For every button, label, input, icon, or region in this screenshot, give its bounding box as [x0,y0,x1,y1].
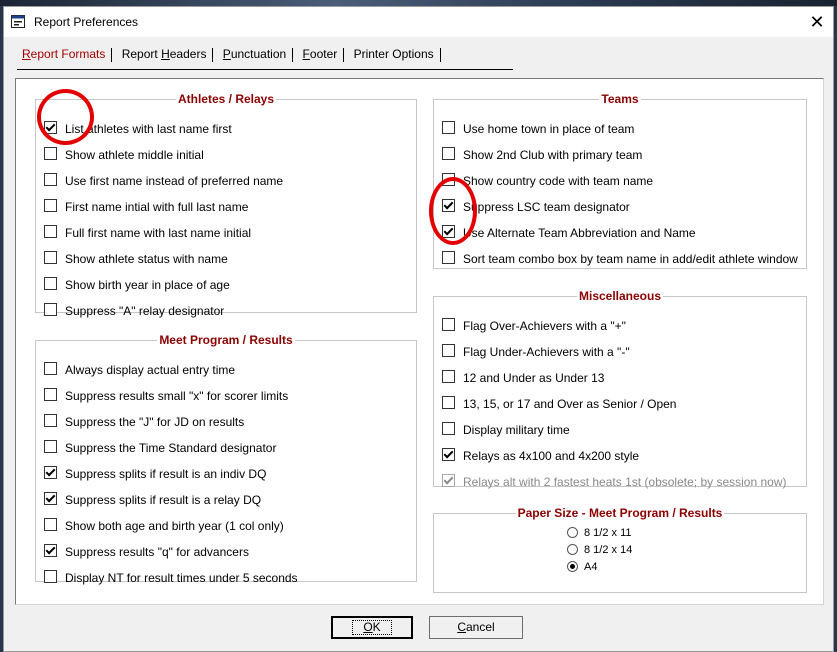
radio-button[interactable] [567,560,578,572]
option-suppress-splits-relay-dq[interactable]: Suppress splits if result is a relay DQ [44,492,261,508]
option-show-athlete-status[interactable]: Show athlete status with name [44,251,228,267]
tab-panel: Athletes / Relays List athletes with las… [15,78,824,605]
checkbox[interactable] [44,466,57,480]
cancel-button[interactable]: Cancel [429,616,523,639]
checkbox[interactable] [442,199,455,213]
radio-letter[interactable]: 8 1/2 x 11 [567,526,632,541]
option-senior-open[interactable]: 13, 15, or 17 and Over as Senior / Open [442,396,676,412]
tab-punctuation[interactable]: Punctuation [219,45,290,63]
checkbox[interactable] [442,448,455,462]
tab-report-headers[interactable]: Report Headers [118,45,211,63]
checkbox[interactable] [442,225,455,239]
athletes-relays-group: Athletes / Relays List athletes with las… [35,92,417,318]
option-suppress-small-x[interactable]: Suppress results small "x" for scorer li… [44,388,288,404]
tab-separator [292,47,294,62]
tab-strip: Report Formats Report Headers Punctuatio… [18,45,443,63]
checkbox[interactable] [44,362,57,376]
ok-button[interactable]: OK [331,616,413,639]
option-flag-under-achievers[interactable]: Flag Under-Achievers with a "-" [442,344,630,360]
teams-title: Teams [601,92,639,106]
window-title: Report Preferences [34,15,139,29]
option-full-first-last-initial[interactable]: Full first name with last name initial [44,225,251,241]
option-suppress-a-relay[interactable]: Suppress "A" relay designator [44,303,224,319]
meet-program-results-title: Meet Program / Results [159,333,293,347]
checkbox[interactable] [44,277,57,291]
option-list-last-name-first[interactable]: List athletes with last name first [44,121,232,137]
option-first-initial-full-last[interactable]: First name intial with full last name [44,199,248,215]
option-show-age-and-birth-year[interactable]: Show both age and birth year (1 col only… [44,518,284,534]
option-flag-over-achievers[interactable]: Flag Over-Achievers with a "+" [442,318,626,334]
checkbox[interactable] [44,303,57,317]
checkbox[interactable] [442,422,455,436]
radio-button[interactable] [567,543,578,555]
checkbox[interactable] [44,147,57,161]
option-12-and-under[interactable]: 12 and Under as Under 13 [442,370,604,386]
checkbox[interactable] [442,318,455,332]
paper-size-group: Paper Size - Meet Program / Results 8 1/… [433,506,807,593]
miscellaneous-title: Miscellaneous [578,289,662,303]
checkbox[interactable] [442,251,455,265]
option-country-code[interactable]: Show country code with team name [442,173,653,189]
radio-a4[interactable]: A4 [567,560,597,575]
option-show-birth-year[interactable]: Show birth year in place of age [44,277,230,293]
checkbox[interactable] [44,414,57,428]
tab-separator [439,47,441,62]
checkbox[interactable] [44,251,57,265]
checkbox[interactable] [44,173,57,187]
checkbox[interactable] [44,544,57,558]
tab-separator [343,47,345,62]
option-relays-alt-fastest-heats: Relays alt with 2 fastest heats 1st (obs… [442,474,787,490]
tab-underline [17,69,513,70]
radio-button[interactable] [567,526,578,538]
option-second-club[interactable]: Show 2nd Club with primary team [442,147,642,163]
app-icon [11,15,25,28]
option-display-nt[interactable]: Display NT for result times under 5 seco… [44,570,298,586]
checkbox[interactable] [442,121,455,135]
tab-report-formats[interactable]: Report Formats [18,45,109,63]
checkbox[interactable] [442,147,455,161]
tab-printer-options[interactable]: Printer Options [350,45,438,63]
meet-program-results-group: Meet Program / Results Always display ac… [35,333,417,585]
option-use-first-name[interactable]: Use first name instead of preferred name [44,173,283,189]
checkbox[interactable] [44,492,57,506]
option-sort-team-combo[interactable]: Sort team combo box by team name in add/… [442,251,798,267]
checkbox[interactable] [442,173,455,187]
close-icon[interactable]: ✕ [801,7,833,37]
paper-size-title: Paper Size - Meet Program / Results [517,506,723,520]
radio-legal[interactable]: 8 1/2 x 14 [567,543,632,558]
checkbox[interactable] [44,225,57,239]
option-suppress-lsc[interactable]: Suppress LSC team designator [442,199,630,215]
checkbox[interactable] [442,344,455,358]
title-bar[interactable]: Report Preferences ✕ [4,7,833,37]
checkbox[interactable] [44,518,57,532]
option-relays-4x100-style[interactable]: Relays as 4x100 and 4x200 style [442,448,639,464]
checkbox [442,474,455,488]
option-suppress-time-standard[interactable]: Suppress the Time Standard designator [44,440,276,456]
tab-separator [111,47,113,62]
tab-footer[interactable]: Footer [299,45,342,63]
checkbox[interactable] [44,199,57,213]
checkbox[interactable] [442,370,455,384]
checkbox[interactable] [44,440,57,454]
option-suppress-j[interactable]: Suppress the "J" for JD on results [44,414,244,430]
option-military-time[interactable]: Display military time [442,422,570,438]
report-preferences-dialog: Report Preferences ✕ Report Formats Repo… [3,6,834,652]
option-suppress-splits-indiv-dq[interactable]: Suppress splits if result is an indiv DQ [44,466,266,482]
teams-group: Teams Use home town in place of team Sho… [433,92,807,269]
checkbox[interactable] [44,570,57,584]
option-display-actual-entry-time[interactable]: Always display actual entry time [44,362,235,378]
option-suppress-q[interactable]: Suppress results "q" for advancers [44,544,249,560]
tab-separator [212,47,214,62]
checkbox[interactable] [44,121,57,135]
option-home-town[interactable]: Use home town in place of team [442,121,634,137]
checkbox[interactable] [442,396,455,410]
miscellaneous-group: Miscellaneous Flag Over-Achievers with a… [433,289,807,490]
option-show-middle-initial[interactable]: Show athlete middle initial [44,147,204,163]
athletes-relays-title: Athletes / Relays [177,92,275,106]
checkbox[interactable] [44,388,57,402]
option-alternate-team-abbrev[interactable]: Use Alternate Team Abbreviation and Name [442,225,696,241]
